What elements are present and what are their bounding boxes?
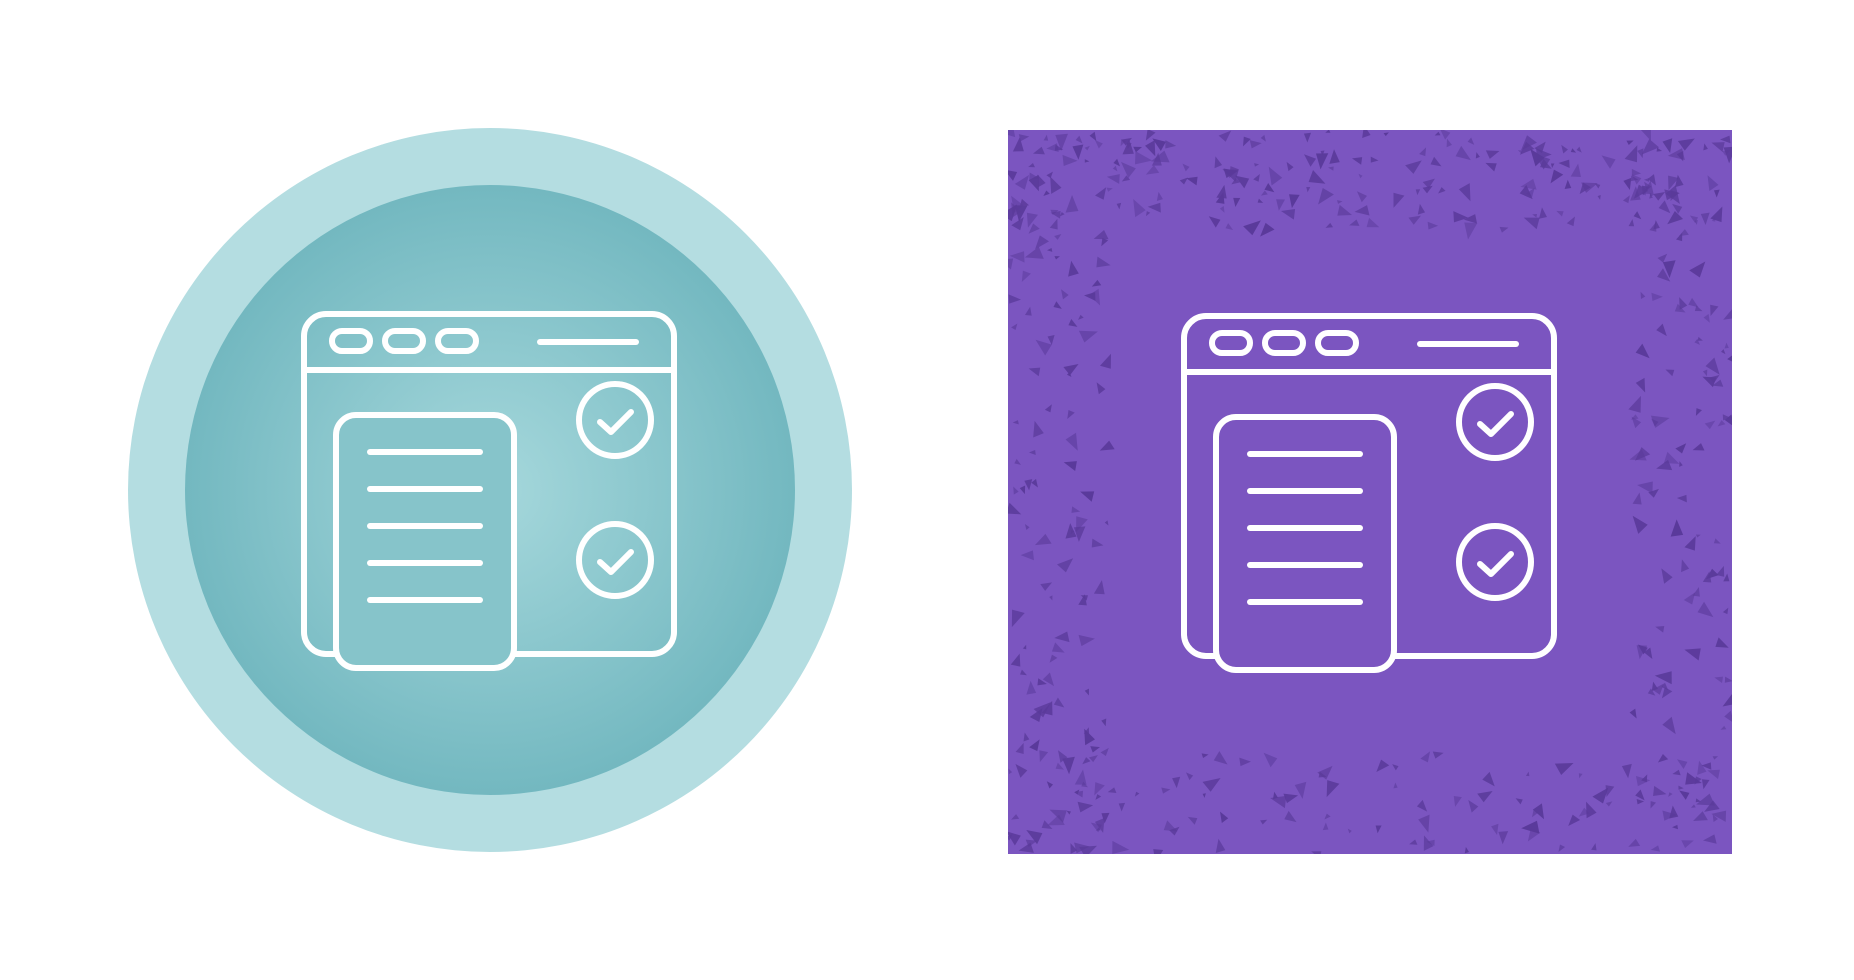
square-badge [1008, 130, 1732, 854]
circle-badge [128, 128, 852, 852]
square-badge-graphic [1008, 130, 1732, 854]
circle-badge-graphic [128, 128, 852, 852]
icon-sheet [0, 0, 1854, 980]
